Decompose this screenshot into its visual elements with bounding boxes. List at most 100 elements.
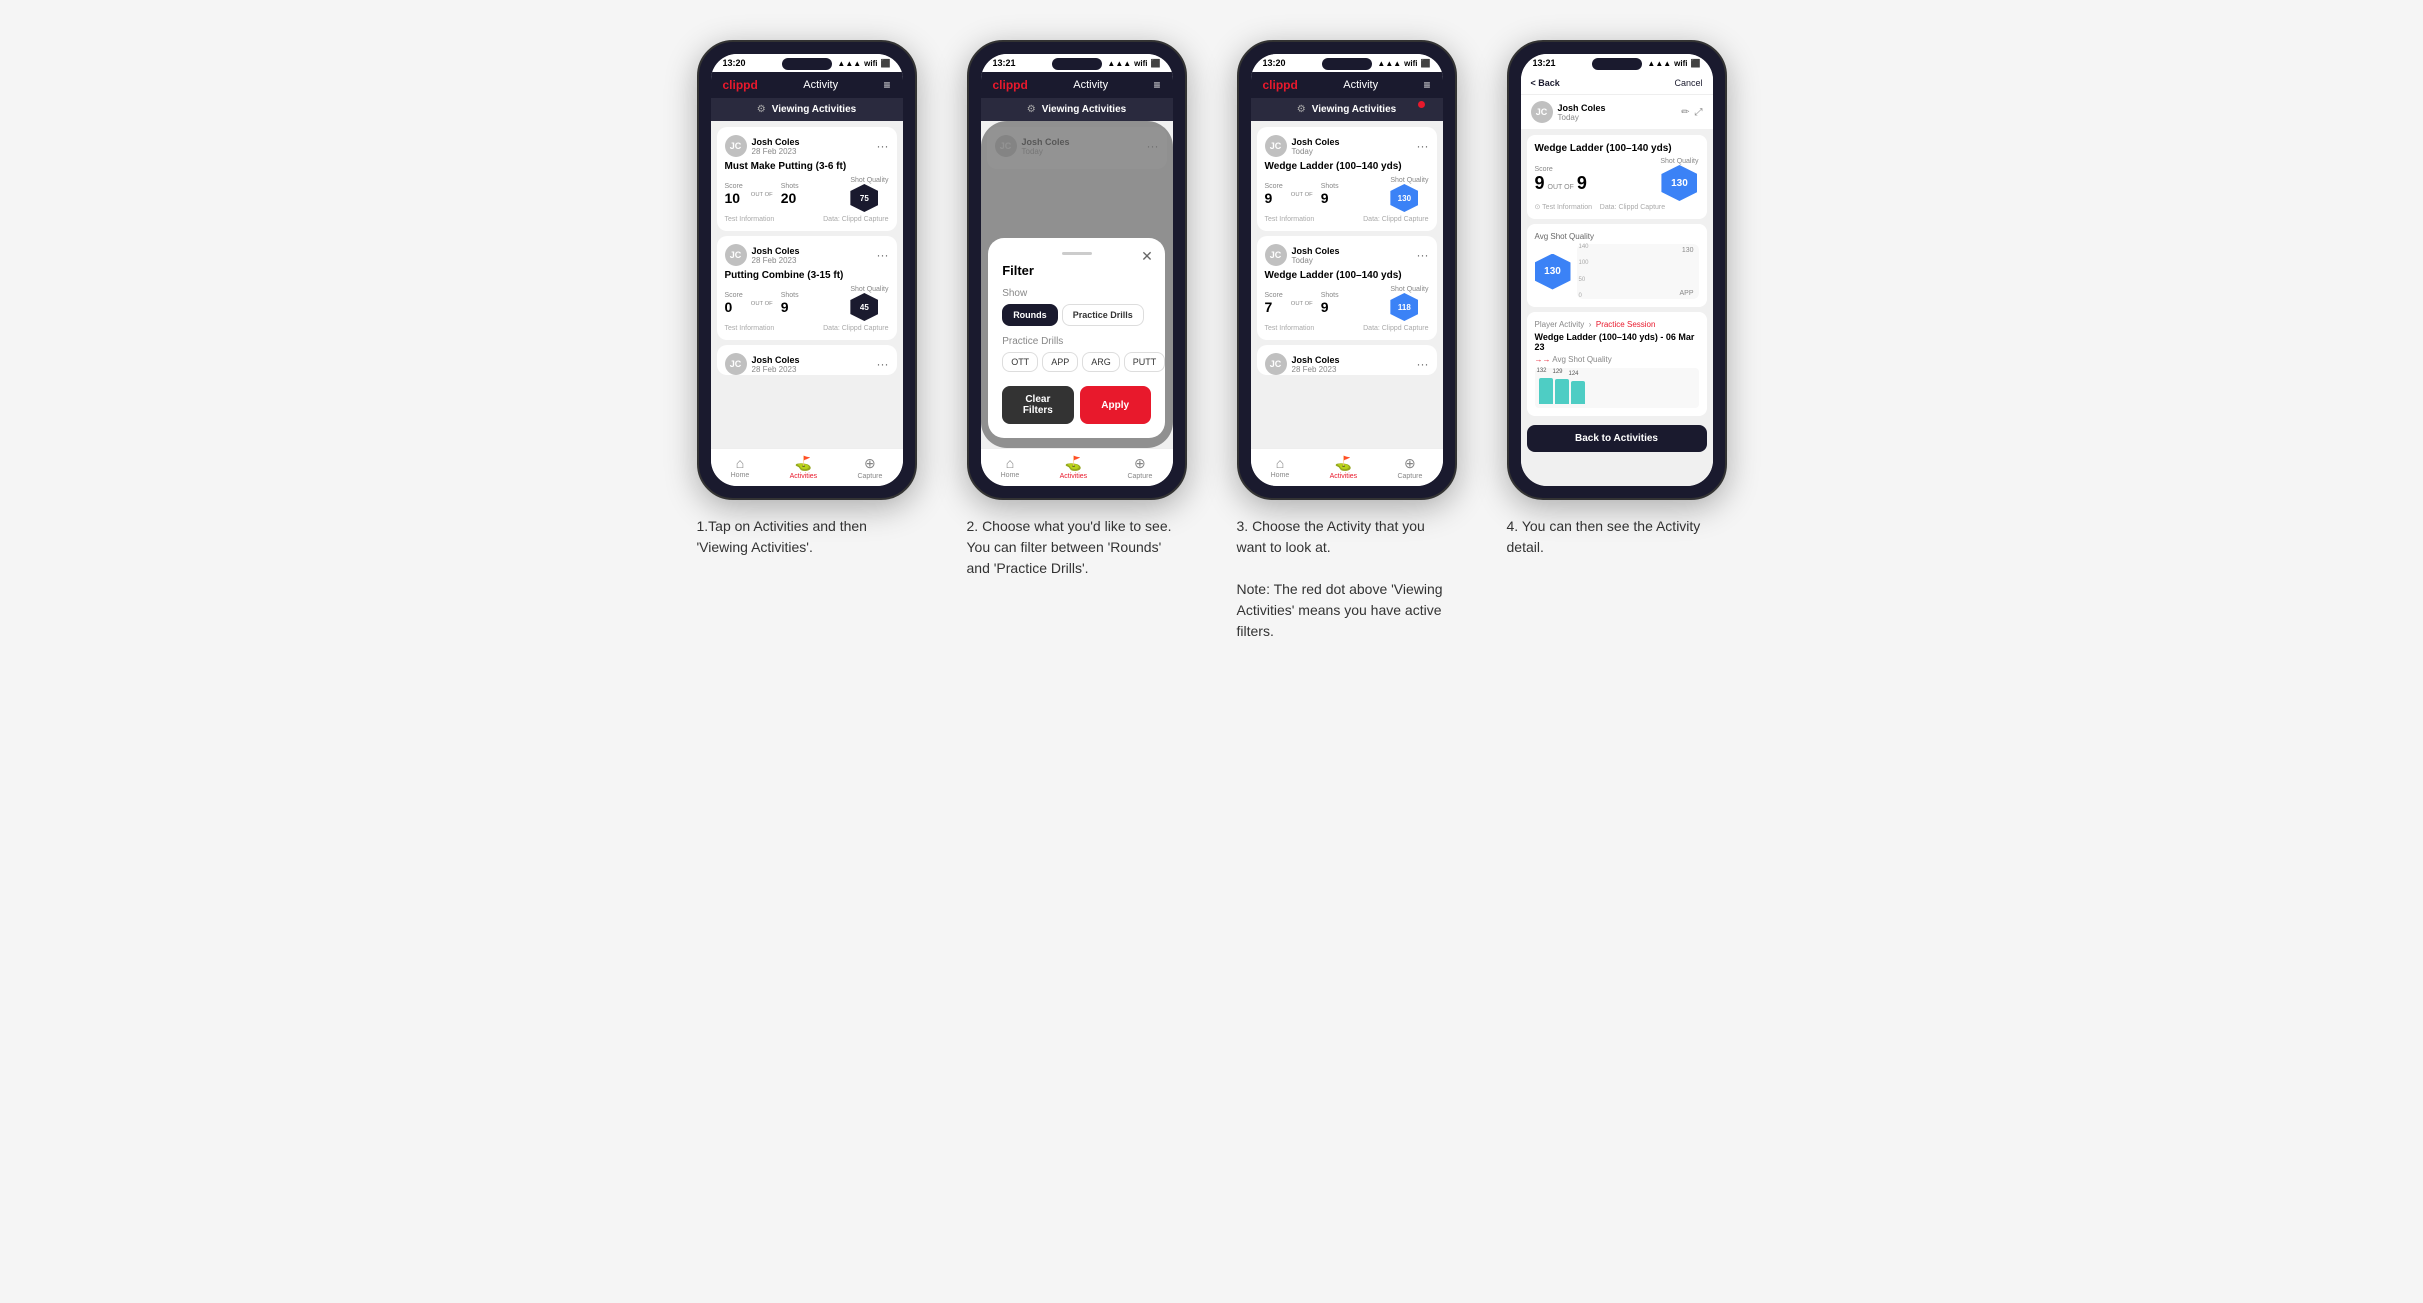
detail-session-card-4: Player Activity › Practice Session Wedge… bbox=[1527, 312, 1707, 416]
nav-activities-3[interactable]: ⛳ Activities bbox=[1330, 455, 1358, 480]
shots-value-3-2: 9 bbox=[1321, 299, 1339, 315]
apply-btn[interactable]: Apply bbox=[1080, 386, 1151, 424]
shots-4: 9 bbox=[1577, 173, 1587, 194]
practice-btn[interactable]: Practice Drills bbox=[1062, 304, 1144, 326]
activity-card-3-1[interactable]: JC Josh Coles Today ··· Wedge Ladder (10… bbox=[1257, 127, 1437, 231]
drill-putt[interactable]: PUTT bbox=[1124, 352, 1166, 372]
card-footer-1-2: Test Information Data: Clippd Capture bbox=[725, 325, 889, 332]
phone-3: 13:20 ▲▲▲ wifi ⬛ clippd Activity ≡ ⚙ Vie… bbox=[1237, 40, 1457, 500]
va-text-2: Viewing Activities bbox=[1042, 104, 1126, 115]
logo-3: clippd bbox=[1263, 78, 1298, 92]
avatar-1-3: JC bbox=[725, 353, 747, 375]
chart-area-4: 140 100 50 0 130 bbox=[1577, 244, 1699, 299]
hexagon-3-2: 118 bbox=[1390, 293, 1418, 321]
player-name-1-2: Josh Coles bbox=[752, 246, 800, 256]
nav-activities-label-1: Activities bbox=[790, 473, 818, 480]
notch-3 bbox=[1322, 58, 1372, 70]
nav-capture-2[interactable]: ⊕ Capture bbox=[1127, 455, 1152, 480]
phone-4: 13:21 ▲▲▲ wifi ⬛ < Back Cancel JC bbox=[1507, 40, 1727, 500]
name-date-1-1: Josh Coles 28 Feb 2023 bbox=[752, 137, 800, 156]
nav-capture-1[interactable]: ⊕ Capture bbox=[857, 455, 882, 480]
screen-content-2: JC Josh Coles Today ··· bbox=[981, 121, 1173, 448]
score-value-1-1: 10 bbox=[725, 190, 743, 206]
activity-card-3-2[interactable]: JC Josh Coles Today ··· Wedge Ladder (10… bbox=[1257, 236, 1437, 340]
name-date-1-2: Josh Coles 28 Feb 2023 bbox=[752, 246, 800, 265]
dots-1-2[interactable]: ··· bbox=[877, 248, 889, 262]
sq-group-3-1: Shot Quality 130 bbox=[1390, 177, 1428, 212]
activity-title-3-1: Wedge Ladder (100–140 yds) bbox=[1265, 161, 1429, 172]
session-link-4[interactable]: Practice Session bbox=[1596, 320, 1656, 329]
nav-home-label-2: Home bbox=[1001, 472, 1020, 479]
drill-ott[interactable]: OTT bbox=[1002, 352, 1038, 372]
phones-row: 13:20 ▲▲▲ wifi ⬛ clippd Activity ≡ ⚙ bbox=[687, 40, 1737, 642]
player-date-3-1: Today bbox=[1292, 147, 1340, 156]
time-2: 13:21 bbox=[993, 58, 1016, 68]
stats-row-1-2: Score 0 OUT OF Shots 9 Shot Quality bbox=[725, 286, 889, 321]
shots-label-3-2: Shots bbox=[1321, 292, 1339, 299]
menu-icon-2[interactable]: ≡ bbox=[1153, 78, 1160, 92]
nav-activities-1[interactable]: ⛳ Activities bbox=[790, 455, 818, 480]
activity-title-1-2: Putting Combine (3-15 ft) bbox=[725, 270, 889, 281]
card-header-3-2: JC Josh Coles Today ··· bbox=[1265, 244, 1429, 266]
nav-home-1[interactable]: ⌂ Home bbox=[731, 455, 750, 480]
hexagon-4: 130 bbox=[1661, 165, 1697, 201]
avatar-1-2: JC bbox=[725, 244, 747, 266]
dots-1-3[interactable]: ··· bbox=[877, 357, 889, 371]
cancel-link-4[interactable]: Cancel bbox=[1674, 78, 1702, 88]
player-name-3-2: Josh Coles bbox=[1292, 246, 1340, 256]
red-dot-3 bbox=[1418, 101, 1425, 108]
settings-icon-2: ⚙ bbox=[1027, 104, 1036, 115]
phone-2-container: 13:21 ▲▲▲ wifi ⬛ clippd Activity ≡ ⚙ Vie… bbox=[957, 40, 1197, 579]
drill-arg[interactable]: ARG bbox=[1082, 352, 1120, 372]
dots-3-2[interactable]: ··· bbox=[1417, 248, 1429, 262]
viewing-activities-bar-1[interactable]: ⚙ Viewing Activities bbox=[711, 98, 903, 121]
nav-home-2[interactable]: ⌂ Home bbox=[1001, 455, 1020, 480]
settings-icon-1: ⚙ bbox=[757, 104, 766, 115]
hexagon-1-1: 75 bbox=[850, 184, 878, 212]
back-to-activities-btn-4[interactable]: Back to Activities bbox=[1527, 425, 1707, 452]
viewing-activities-bar-3[interactable]: ⚙ Viewing Activities bbox=[1251, 98, 1443, 121]
avatar-4: JC bbox=[1531, 101, 1553, 123]
detail-content-4: Wedge Ladder (100–140 yds) Score 9 OUT O… bbox=[1521, 129, 1713, 486]
menu-icon-1[interactable]: ≡ bbox=[883, 78, 890, 92]
dots-1-1[interactable]: ··· bbox=[877, 139, 889, 153]
detail-player-row-4: JC Josh Coles Today ✏ ⤢ bbox=[1521, 95, 1713, 129]
shots-label-1-2: Shots bbox=[781, 292, 799, 299]
nav-activities-2[interactable]: ⛳ Activities bbox=[1060, 455, 1088, 480]
activity-card-1-2[interactable]: JC Josh Coles 28 Feb 2023 ··· Putting Co… bbox=[717, 236, 897, 340]
nav-capture-label-2: Capture bbox=[1127, 473, 1152, 480]
score-4: 9 bbox=[1535, 173, 1545, 194]
card-header-3-1: JC Josh Coles Today ··· bbox=[1265, 135, 1429, 157]
menu-icon-3[interactable]: ≡ bbox=[1423, 78, 1430, 92]
score-value-3-2: 7 bbox=[1265, 299, 1283, 315]
status-icons-1: ▲▲▲ wifi ⬛ bbox=[837, 59, 890, 68]
footer-right-1-1: Data: Clippd Capture bbox=[823, 216, 888, 223]
avatar-name-3-1: JC Josh Coles Today bbox=[1265, 135, 1340, 157]
caption-3: 3. Choose the Activity that you want to … bbox=[1237, 516, 1457, 642]
dots-3-1[interactable]: ··· bbox=[1417, 139, 1429, 153]
nav-home-3[interactable]: ⌂ Home bbox=[1271, 455, 1290, 480]
back-link-4[interactable]: < Back bbox=[1531, 78, 1560, 88]
hexagon-3-1: 130 bbox=[1390, 184, 1418, 212]
logo-1: clippd bbox=[723, 78, 758, 92]
clear-filters-btn[interactable]: Clear Filters bbox=[1002, 386, 1073, 424]
expand-icon-4[interactable]: ⤢ bbox=[1695, 107, 1703, 118]
stats-row-3-1: Score 9 OUT OF Shots 9 Shot Quality bbox=[1265, 177, 1429, 212]
viewing-activities-bar-2[interactable]: ⚙ Viewing Activities bbox=[981, 98, 1173, 121]
edit-icon-4[interactable]: ✏ bbox=[1681, 107, 1689, 118]
filter-close-icon[interactable]: ✕ bbox=[1141, 248, 1153, 265]
score-label-3-2: Score bbox=[1265, 292, 1283, 299]
rounds-btn[interactable]: Rounds bbox=[1002, 304, 1058, 326]
bottom-nav-3: ⌂ Home ⛳ Activities ⊕ Capture bbox=[1251, 448, 1443, 486]
drill-app[interactable]: APP bbox=[1042, 352, 1078, 372]
activity-label-4: Wedge Ladder (100–140 yds) - 06 Mar 23 bbox=[1535, 332, 1699, 352]
sq-label-3-2: Shot Quality bbox=[1390, 286, 1428, 293]
shots-label-3-1: Shots bbox=[1321, 183, 1339, 190]
nav-capture-3[interactable]: ⊕ Capture bbox=[1397, 455, 1422, 480]
app-header-1: clippd Activity ≡ bbox=[711, 72, 903, 98]
capture-icon-1: ⊕ bbox=[864, 455, 876, 472]
activity-card-1-1[interactable]: JC Josh Coles 28 Feb 2023 ··· Must Make … bbox=[717, 127, 897, 231]
score-group-1-1: Score 10 bbox=[725, 183, 743, 206]
activities-icon-3: ⛳ bbox=[1335, 455, 1352, 472]
activities-icon-2: ⛳ bbox=[1065, 455, 1082, 472]
